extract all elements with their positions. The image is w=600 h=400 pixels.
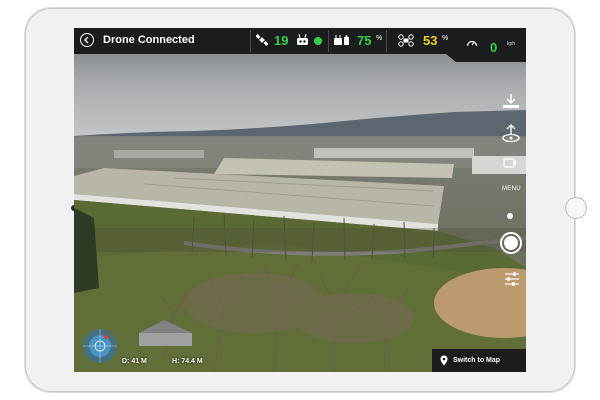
controller-icon xyxy=(297,34,308,45)
percent-label: % xyxy=(442,35,449,42)
height-readout: H: 74.4 M xyxy=(172,358,203,365)
controller-battery-value: 53 xyxy=(423,33,438,48)
home-button[interactable] xyxy=(565,197,587,219)
distance-readout: D: 41 M xyxy=(122,358,147,365)
mode-indicator-dot xyxy=(507,213,513,219)
divider xyxy=(250,30,251,52)
speed-unit: kph xyxy=(507,41,516,47)
drone-battery-icon xyxy=(334,35,349,45)
drone-icon xyxy=(398,34,414,47)
back-icon xyxy=(84,36,89,44)
controller-signal-indicator xyxy=(314,37,322,45)
speed-panel: 0 kph xyxy=(446,28,526,62)
shutter-button[interactable] xyxy=(500,232,522,254)
camera-feed xyxy=(74,28,526,372)
satellite-icon xyxy=(256,34,268,46)
takeoff-icon[interactable] xyxy=(501,123,521,143)
speed-value: 0 xyxy=(490,40,498,55)
menu-label[interactable]: MENU xyxy=(502,186,521,192)
app-screen: Drone Connected 19 75 % 53 % 0 kph MENU … xyxy=(74,28,526,372)
divider xyxy=(386,30,387,52)
download-icon[interactable] xyxy=(502,93,520,109)
location-pin-icon xyxy=(440,355,448,366)
radar-icon[interactable] xyxy=(78,324,118,364)
connection-status-title: Drone Connected xyxy=(103,34,195,46)
satellite-count: 19 xyxy=(274,33,289,48)
divider xyxy=(328,30,329,52)
switch-to-map-button[interactable]: Switch to Map xyxy=(432,349,526,372)
camera-toggle-icon[interactable] xyxy=(503,156,517,170)
shutter-icon xyxy=(504,236,518,250)
drone-battery-value: 75 xyxy=(357,33,372,48)
percent-label: % xyxy=(376,35,383,42)
back-button[interactable] xyxy=(80,33,94,47)
speedometer-icon xyxy=(466,40,478,47)
switch-to-map-label: Switch to Map xyxy=(453,357,501,364)
settings-sliders-icon[interactable] xyxy=(504,271,520,287)
